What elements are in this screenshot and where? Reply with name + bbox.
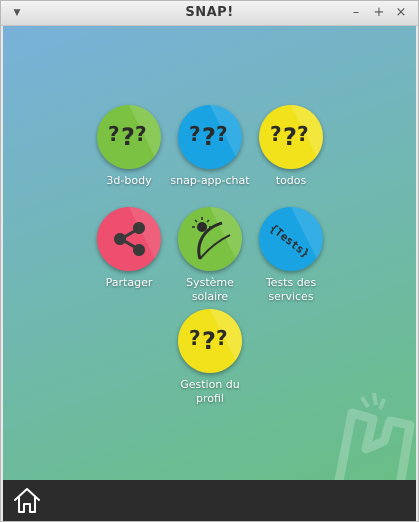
app-window: ▼ SNAP! – + × ? ? ? 3d-body ? ? ? snap-a… [0, 0, 419, 522]
app-gestion-du-profil[interactable]: ? ? ? Gestion du profil [170, 309, 250, 406]
svg-text:?: ? [270, 122, 282, 146]
app-icon-snap-app-chat[interactable]: ? ? ? [178, 105, 242, 169]
question-marks-icon: ? ? ? [270, 105, 323, 169]
tests-brackets-icon: {Tests} [267, 207, 323, 271]
share-icon [114, 207, 161, 271]
app-label: 3d-body [106, 174, 152, 187]
app-label: Système solaire [186, 276, 234, 303]
svg-text:?: ? [216, 326, 228, 350]
svg-text:?: ? [202, 123, 216, 151]
app-label: Gestion du profil [180, 378, 240, 405]
svg-text:?: ? [202, 327, 216, 355]
app-label: snap-app-chat [170, 174, 250, 187]
app-icon-gestion-du-profil[interactable]: ? ? ? [178, 309, 242, 373]
bottom-bar [3, 480, 416, 521]
app-label: Partager [105, 276, 153, 289]
svg-text:?: ? [283, 123, 297, 151]
svg-text:?: ? [108, 122, 120, 146]
app-label: Tests des services [265, 276, 317, 303]
app-launcher: ? ? ? 3d-body ? ? ? snap-app-chat ? ? ? … [3, 26, 416, 480]
app-icon-partager[interactable] [97, 207, 161, 271]
svg-text:?: ? [216, 122, 228, 146]
question-marks-icon: ? ? ? [108, 105, 161, 169]
title-bar[interactable]: ▼ SNAP! – + × [1, 1, 418, 26]
svg-text:?: ? [121, 123, 135, 151]
app-systeme-solaire[interactable]: Système solaire [170, 207, 250, 304]
app-icon-systeme-solaire[interactable] [178, 207, 242, 271]
app-todos[interactable]: ? ? ? todos [251, 105, 331, 188]
orbit-icon [192, 207, 242, 271]
minimize-button[interactable]: – [348, 5, 364, 21]
app-icon-todos[interactable]: ? ? ? [259, 105, 323, 169]
question-marks-icon: ? ? ? [189, 309, 242, 373]
svg-text:?: ? [189, 326, 201, 350]
app-label: todos [275, 174, 307, 187]
app-partager[interactable]: Partager [89, 207, 169, 290]
svg-text:?: ? [189, 122, 201, 146]
app-tests-des-services[interactable]: {Tests} Tests des services [251, 207, 331, 304]
app-3d-body[interactable]: ? ? ? 3d-body [89, 105, 169, 188]
app-icon-tests-des-services[interactable]: {Tests} [259, 207, 323, 271]
question-marks-icon: ? ? ? [189, 105, 242, 169]
maximize-button[interactable]: + [371, 5, 387, 21]
app-icon-3d-body[interactable]: ? ? ? [97, 105, 161, 169]
svg-text:?: ? [297, 122, 309, 146]
close-button[interactable]: × [393, 5, 409, 21]
svg-text:?: ? [135, 122, 147, 146]
app-snap-app-chat[interactable]: ? ? ? snap-app-chat [170, 105, 250, 188]
logo-watermark-icon [334, 392, 415, 480]
home-icon[interactable] [11, 484, 43, 516]
